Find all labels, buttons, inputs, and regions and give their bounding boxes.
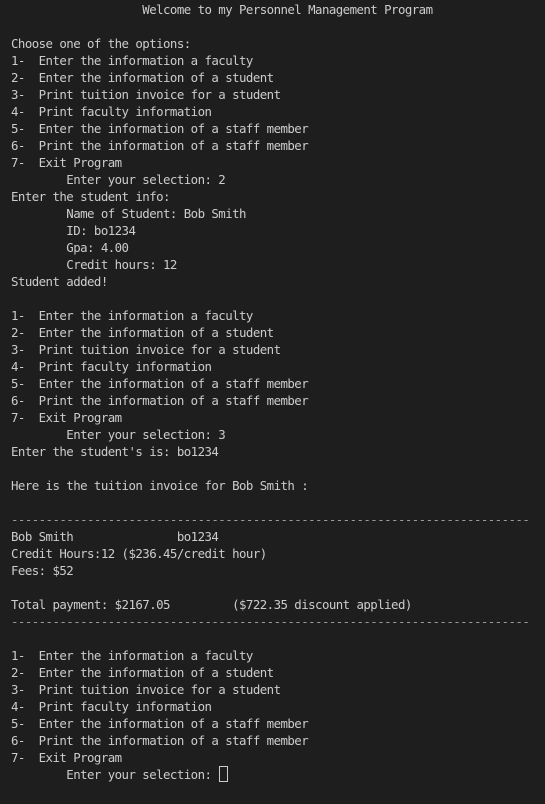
- line-text: Student added!: [11, 274, 108, 289]
- line-text: 3- Print tuition invoice for a student: [11, 682, 281, 697]
- terminal-line: 2- Enter the information of a student: [11, 69, 545, 86]
- terminal-line: Enter your selection: 2: [11, 171, 545, 188]
- terminal-line: Gpa: 4.00: [11, 239, 545, 256]
- terminal-line: 7- Exit Program: [11, 409, 545, 426]
- terminal-line: 5- Enter the information of a staff memb…: [11, 715, 545, 732]
- input-prompt[interactable]: Enter your selection:: [11, 766, 545, 783]
- line-text: Fees: $52: [11, 563, 74, 578]
- terminal-line: 4- Print faculty information: [11, 358, 545, 375]
- terminal-line: 5- Enter the information of a staff memb…: [11, 375, 545, 392]
- terminal-line: Enter the student info:: [11, 188, 545, 205]
- terminal-line: 1- Enter the information a faculty: [11, 647, 545, 664]
- terminal-line: Choose one of the options:: [11, 35, 545, 52]
- line-text: 1- Enter the information a faculty: [11, 53, 253, 68]
- separator-line: ----------------------------------------…: [11, 511, 545, 528]
- line-text: ID: bo1234: [11, 223, 136, 238]
- terminal-line: Credit hours: 12: [11, 256, 545, 273]
- line-text: 3- Print tuition invoice for a student: [11, 87, 281, 102]
- line-text: 4- Print faculty information: [11, 104, 212, 119]
- terminal-line: 1- Enter the information a faculty: [11, 52, 545, 69]
- line-text: 1- Enter the information a faculty: [11, 308, 253, 323]
- line-text: Welcome to my Personnel Management Progr…: [11, 2, 433, 17]
- terminal-line: 6- Print the information of a staff memb…: [11, 137, 545, 154]
- terminal-line: Here is the tuition invoice for Bob Smit…: [11, 477, 545, 494]
- terminal-line: ID: bo1234: [11, 222, 545, 239]
- separator-line: ----------------------------------------…: [11, 613, 545, 630]
- line-text: 3- Print tuition invoice for a student: [11, 342, 281, 357]
- terminal-line: Enter the student's is: bo1234: [11, 443, 545, 460]
- terminal-line: 3- Print tuition invoice for a student: [11, 86, 545, 103]
- line-text: 1- Enter the information a faculty: [11, 648, 253, 663]
- line-text: 2- Enter the information of a student: [11, 70, 274, 85]
- line-text: 6- Print the information of a staff memb…: [11, 393, 309, 408]
- line-text: Choose one of the options:: [11, 36, 191, 51]
- terminal-output[interactable]: Welcome to my Personnel Management Progr…: [0, 0, 545, 804]
- line-text: Bob Smith bo1234: [11, 529, 219, 544]
- line-text: ----------------------------------------…: [11, 512, 530, 527]
- line-text: Enter the student's is: bo1234: [11, 444, 219, 459]
- terminal-line: Total payment: $2167.05 ($722.35 discoun…: [11, 596, 545, 613]
- line-text: Credit Hours:12 ($236.45/credit hour): [11, 546, 267, 561]
- line-text: 7- Exit Program: [11, 750, 122, 765]
- line-text: Credit hours: 12: [11, 257, 177, 272]
- line-text: Total payment: $2167.05 ($722.35 discoun…: [11, 597, 412, 612]
- terminal-line: Welcome to my Personnel Management Progr…: [11, 1, 545, 18]
- line-text: Name of Student: Bob Smith: [11, 206, 246, 221]
- line-text: Gpa: 4.00: [11, 240, 129, 255]
- line-text: 5- Enter the information of a staff memb…: [11, 376, 309, 391]
- line-text: 4- Print faculty information: [11, 699, 212, 714]
- line-text: 5- Enter the information of a staff memb…: [11, 716, 309, 731]
- terminal-line: Student added!: [11, 273, 545, 290]
- line-text: Enter your selection:: [11, 767, 219, 782]
- terminal-line: 3- Print tuition invoice for a student: [11, 681, 545, 698]
- line-text: 6- Print the information of a staff memb…: [11, 733, 309, 748]
- line-text: ----------------------------------------…: [11, 614, 530, 629]
- terminal-line: 5- Enter the information of a staff memb…: [11, 120, 545, 137]
- terminal-line: 4- Print faculty information: [11, 103, 545, 120]
- terminal-line: 1- Enter the information a faculty: [11, 307, 545, 324]
- line-text: 7- Exit Program: [11, 410, 122, 425]
- line-text: Enter your selection: 2: [11, 172, 226, 187]
- line-text: Enter the student info:: [11, 189, 170, 204]
- line-text: Enter your selection: 3: [11, 427, 226, 442]
- terminal-line: 6- Print the information of a staff memb…: [11, 392, 545, 409]
- terminal-line: Credit Hours:12 ($236.45/credit hour): [11, 545, 545, 562]
- terminal-line: 2- Enter the information of a student: [11, 664, 545, 681]
- line-text: 2- Enter the information of a student: [11, 665, 274, 680]
- terminal-line: 7- Exit Program: [11, 749, 545, 766]
- terminal-line: Name of Student: Bob Smith: [11, 205, 545, 222]
- line-text: 2- Enter the information of a student: [11, 325, 274, 340]
- terminal-line: Bob Smith bo1234: [11, 528, 545, 545]
- terminal-line: 4- Print faculty information: [11, 698, 545, 715]
- terminal-line: 7- Exit Program: [11, 154, 545, 171]
- line-text: 4- Print faculty information: [11, 359, 212, 374]
- line-text: 6- Print the information of a staff memb…: [11, 138, 309, 153]
- terminal-line: 3- Print tuition invoice for a student: [11, 341, 545, 358]
- text-cursor[interactable]: [219, 766, 229, 782]
- terminal-line: 2- Enter the information of a student: [11, 324, 545, 341]
- line-text: 5- Enter the information of a staff memb…: [11, 121, 309, 136]
- terminal-line: Fees: $52: [11, 562, 545, 579]
- line-text: Here is the tuition invoice for Bob Smit…: [11, 478, 309, 493]
- line-text: 7- Exit Program: [11, 155, 122, 170]
- terminal-line: Enter your selection: 3: [11, 426, 545, 443]
- terminal-line: 6- Print the information of a staff memb…: [11, 732, 545, 749]
